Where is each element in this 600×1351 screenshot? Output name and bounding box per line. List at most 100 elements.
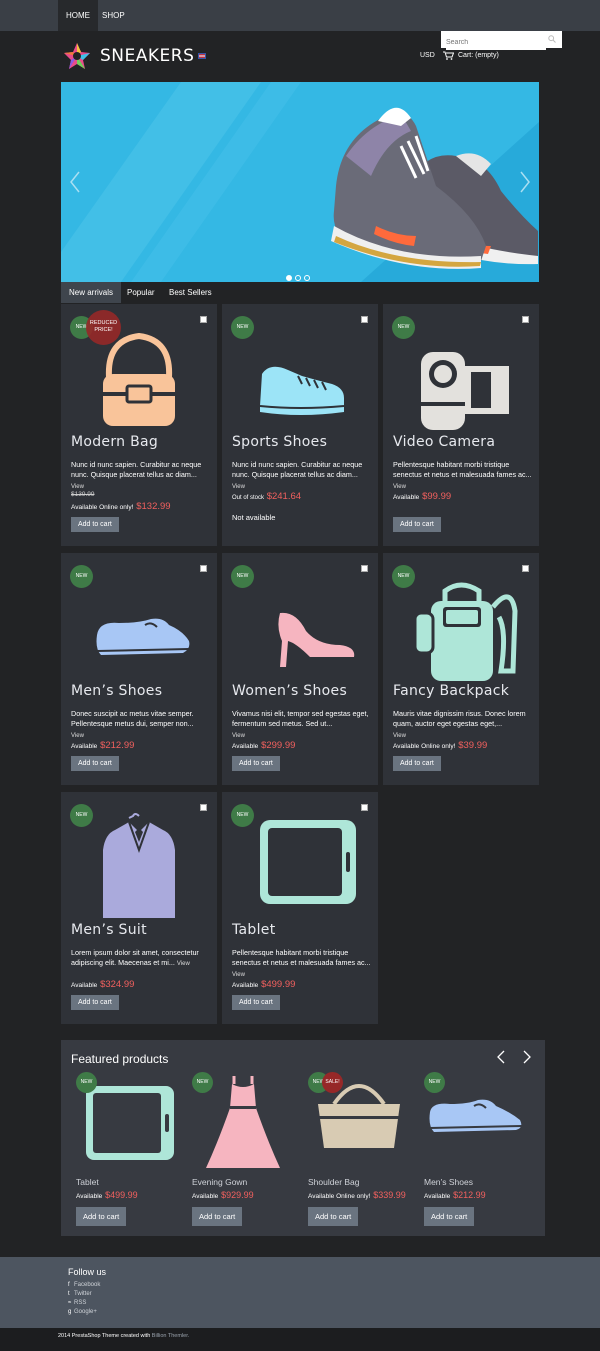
view-link[interactable]: View [71, 733, 84, 739]
slider-dot[interactable] [295, 275, 301, 281]
add-to-cart-button[interactable]: Add to cart [232, 995, 280, 1010]
shoe-icon [96, 618, 190, 655]
language-flag-icon[interactable] [198, 53, 206, 59]
product-name[interactable]: Modern Bag [71, 434, 158, 450]
featured-item[interactable]: NEW Tablet Available $499.99 Add to cart [72, 1070, 182, 1230]
product-name[interactable]: Video Camera [393, 434, 495, 450]
product-card[interactable]: NEW REDUCED PRICE! Modern Bag Nunc id nu… [61, 304, 217, 546]
social-google-plus[interactable]: g Google+ [68, 1309, 97, 1315]
featured-next-arrow-icon[interactable] [523, 1050, 531, 1064]
product-description: Nunc id nunc sapien. Curabitur ac neque … [232, 460, 363, 490]
view-link[interactable]: View [393, 484, 406, 490]
compare-checkbox[interactable] [361, 804, 368, 811]
nav-home[interactable]: HOME [58, 0, 98, 31]
themler-link[interactable]: Billion Themler. [150, 1333, 190, 1339]
product-card[interactable]: NEW Tablet Pellentesque habitant morbi t… [222, 792, 378, 1024]
availability: Available $499.99 [232, 979, 296, 990]
social-facebook[interactable]: f Facebook [68, 1282, 100, 1288]
availability: Available $929.99 [192, 1190, 254, 1200]
add-to-cart-button[interactable]: Add to cart [71, 756, 119, 771]
featured-item-name[interactable]: Evening Gown [192, 1177, 247, 1187]
currency-selector[interactable]: USD [420, 52, 435, 59]
featured-prev-arrow-icon[interactable] [497, 1050, 505, 1064]
featured-item-name[interactable]: Shoulder Bag [308, 1177, 360, 1187]
add-to-cart-button[interactable]: Add to cart [424, 1207, 475, 1226]
add-to-cart-button[interactable]: Add to cart [71, 995, 119, 1010]
view-link[interactable]: View [393, 733, 406, 739]
price: $132.99 [136, 501, 171, 512]
featured-item-name[interactable]: Tablet [76, 1177, 99, 1187]
compare-checkbox[interactable] [200, 804, 207, 811]
availability: Available Online only! $39.99 [393, 740, 488, 751]
add-to-cart-button[interactable]: Add to cart [71, 517, 119, 532]
product-name[interactable]: Fancy Backpack [393, 683, 509, 699]
add-to-cart-button[interactable]: Add to cart [232, 756, 280, 771]
product-description: Vivamus nisi elit, tempor sed egestas eg… [232, 709, 369, 739]
view-link[interactable]: View [232, 972, 245, 978]
product-name[interactable]: Women’s Shoes [232, 683, 347, 699]
add-to-cart-button[interactable]: Add to cart [192, 1207, 243, 1226]
suit-icon [103, 813, 175, 918]
add-to-cart-button[interactable]: Add to cart [393, 756, 441, 771]
search-input[interactable] [446, 35, 546, 50]
product-name[interactable]: Tablet [232, 922, 276, 938]
compare-checkbox[interactable] [522, 565, 529, 572]
featured-item[interactable]: NEW Evening Gown Available $929.99 Add t… [188, 1070, 298, 1230]
product-card[interactable]: NEW Men’s Shoes Donec suscipit ac metus … [61, 553, 217, 785]
product-name[interactable]: Men’s Shoes [71, 683, 162, 699]
price: $929.99 [221, 1190, 254, 1200]
slider-dot[interactable] [286, 275, 292, 281]
product-card[interactable]: NEW Fancy Backpack Mauris vitae dignissi… [383, 553, 539, 785]
search-box [441, 31, 562, 50]
featured-item[interactable]: NEW Men’s Shoes Available $212.99 Add to… [420, 1070, 530, 1230]
featured-item[interactable]: NEW SALE! Shoulder Bag Available Online … [304, 1070, 414, 1230]
availability: Out of stock $241.64 [232, 491, 302, 502]
social-rss[interactable]: ≈ RSS [68, 1300, 86, 1306]
new-badge: NEW [76, 1072, 97, 1093]
slider-dot[interactable] [304, 275, 310, 281]
sale-badge: SALE! [322, 1072, 343, 1093]
backpack-icon [413, 582, 518, 681]
new-badge: NEW [231, 316, 254, 339]
search-icon[interactable] [548, 35, 556, 43]
follow-us-heading: Follow us [68, 1267, 107, 1277]
view-link[interactable]: View [71, 484, 84, 490]
price: $39.99 [458, 740, 488, 751]
slider-dots [286, 268, 313, 282]
compare-checkbox[interactable] [361, 565, 368, 572]
new-badge: NEW [70, 804, 93, 827]
compare-checkbox[interactable] [200, 316, 207, 323]
product-name[interactable]: Men’s Suit [71, 922, 147, 938]
compare-checkbox[interactable] [200, 565, 207, 572]
add-to-cart-button[interactable]: Add to cart [308, 1207, 359, 1226]
cart-link[interactable]: Cart: (empty) [458, 52, 499, 59]
product-card[interactable]: NEW Men’s Suit Lorem ipsum dolor sit ame… [61, 792, 217, 1024]
availability: Available $324.99 [71, 979, 135, 990]
view-link[interactable]: View [177, 961, 190, 967]
tab-best-sellers[interactable]: Best Sellers [161, 282, 220, 303]
nav-shop[interactable]: SHOP [94, 0, 133, 31]
product-card[interactable]: NEW Women’s Shoes Vivamus nisi elit, tem… [222, 553, 378, 785]
slider-prev-arrow-icon[interactable] [69, 170, 81, 194]
featured-item-name[interactable]: Men’s Shoes [424, 1177, 473, 1187]
availability: Available $499.99 [76, 1190, 138, 1200]
product-name[interactable]: Sports Shoes [232, 434, 327, 450]
slider-next-arrow-icon[interactable] [519, 170, 531, 194]
cart-icon[interactable] [443, 51, 454, 60]
view-link[interactable]: View [232, 733, 245, 739]
product-description: Donec suscipit ac metus vitae semper. Pe… [71, 709, 194, 739]
availability: Available $212.99 [71, 740, 135, 751]
add-to-cart-button[interactable]: Add to cart [76, 1207, 127, 1226]
product-description: Mauris vitae dignissim risus. Donec lore… [393, 709, 526, 739]
compare-checkbox[interactable] [522, 316, 529, 323]
logo-text[interactable]: SNEAKERS [100, 46, 194, 66]
view-link[interactable]: View [232, 484, 245, 490]
product-card[interactable]: NEW Video Camera Pellentesque habitant m… [383, 304, 539, 546]
product-card[interactable]: NEW Sports Shoes Nunc id nunc sapien. Cu… [222, 304, 378, 546]
tab-new-arrivals[interactable]: New arrivals [61, 282, 122, 303]
logo-icon[interactable] [63, 42, 91, 70]
compare-checkbox[interactable] [361, 316, 368, 323]
social-twitter[interactable]: t Twitter [68, 1291, 92, 1297]
tab-popular[interactable]: Popular [119, 282, 163, 303]
add-to-cart-button[interactable]: Add to cart [393, 517, 441, 532]
